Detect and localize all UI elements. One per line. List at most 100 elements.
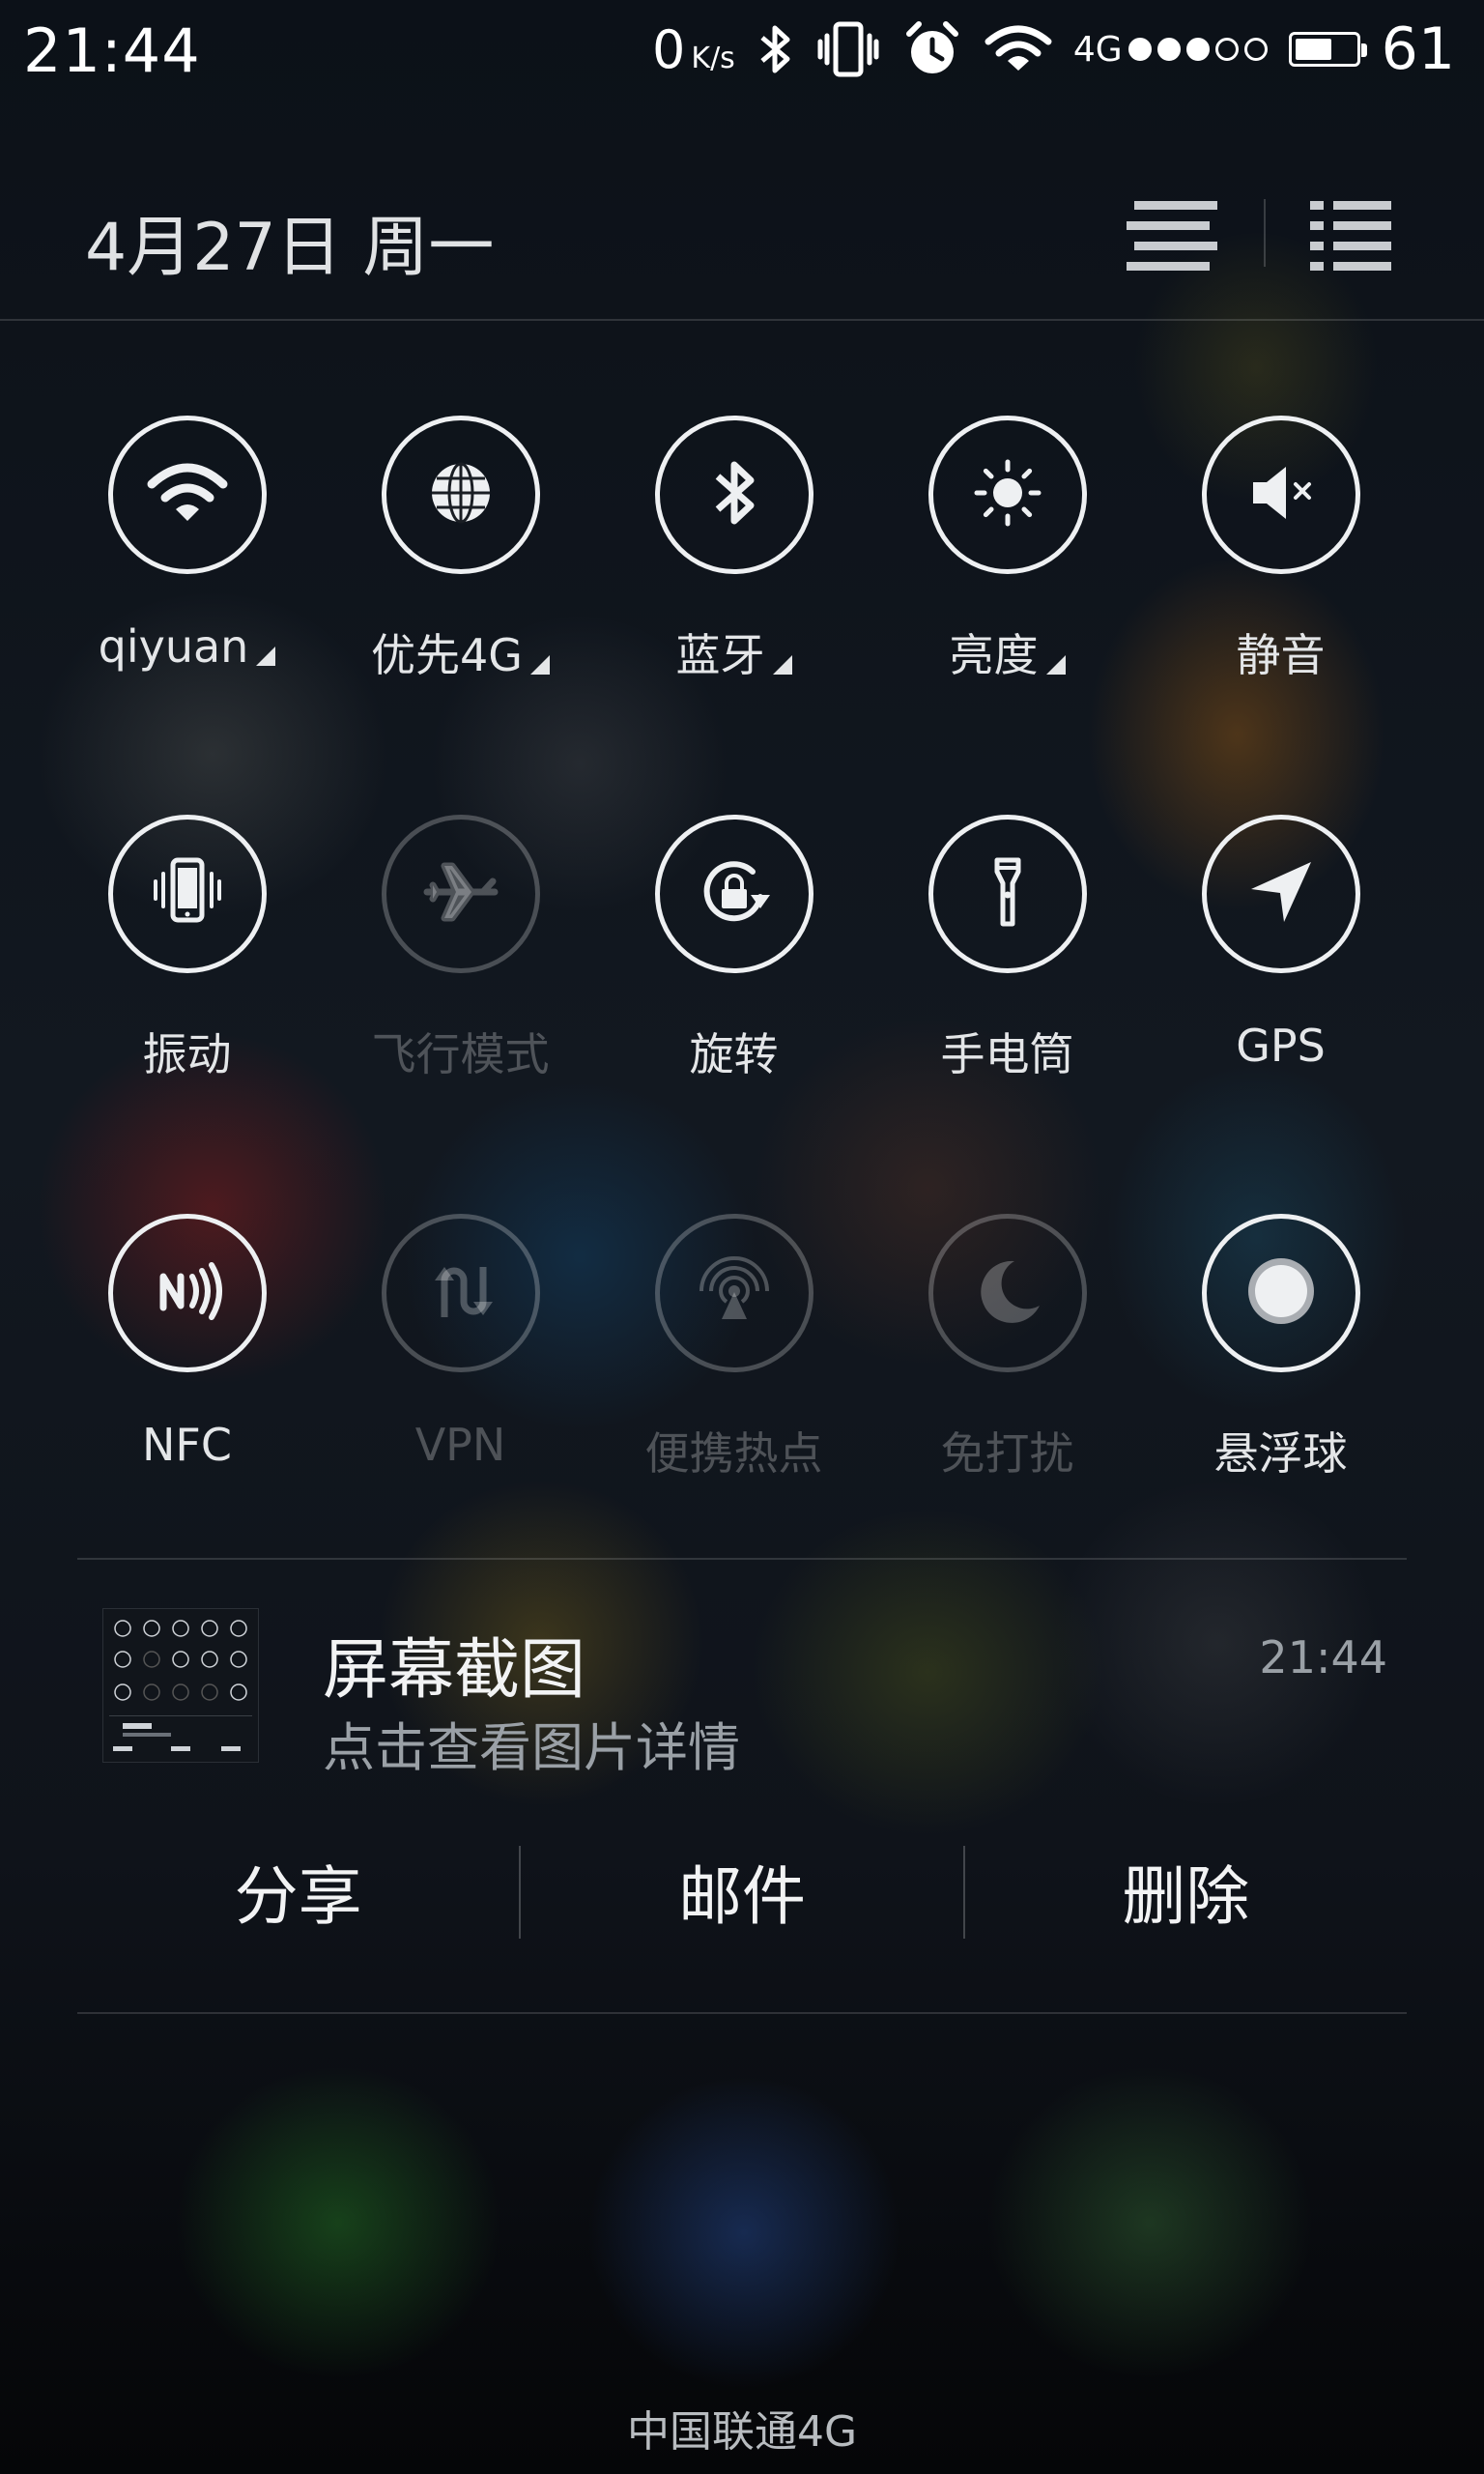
- quick-setting-tile[interactable]: 手电筒: [870, 815, 1144, 1105]
- notification-bottom-divider: [77, 2012, 1407, 2014]
- quick-setting-tile[interactable]: 亮度: [870, 416, 1144, 705]
- nfc-icon: [134, 1238, 241, 1348]
- rotation-lock-icon: [681, 839, 787, 949]
- cellular-signal: 4G: [1073, 30, 1268, 70]
- list-view-icon: [1310, 201, 1391, 271]
- quick-setting-button[interactable]: [928, 815, 1087, 973]
- quick-setting-tile[interactable]: 便携热点: [597, 1214, 870, 1504]
- network-type: 4G: [1072, 29, 1123, 70]
- list-view-button[interactable]: [1310, 195, 1403, 273]
- quick-setting-button[interactable]: [654, 1214, 813, 1372]
- notification-subtitle: 点击查看图片详情: [323, 1717, 740, 1778]
- quick-setting-button[interactable]: [107, 815, 267, 973]
- quick-setting-button[interactable]: [1201, 1214, 1360, 1372]
- signal-dot: [1156, 38, 1181, 61]
- moon-icon: [955, 1238, 1061, 1348]
- quick-setting-label-text: 振动: [142, 1028, 232, 1080]
- quick-setting-label: 悬浮球: [1144, 1419, 1417, 1482]
- quick-setting-label: 振动: [50, 1020, 324, 1083]
- quick-setting-label-text: GPS: [1236, 1020, 1326, 1072]
- quick-setting-tile[interactable]: 优先4G: [324, 416, 597, 705]
- vpn-icon: [408, 1238, 514, 1348]
- quick-setting-button[interactable]: [381, 416, 540, 574]
- expand-corner-icon: [256, 647, 276, 666]
- quick-setting-label: 免打扰: [870, 1419, 1144, 1482]
- quick-setting-label: GPS: [1144, 1020, 1417, 1072]
- quick-setting-button[interactable]: [1201, 416, 1360, 574]
- bluetooth-status-icon: [760, 25, 790, 73]
- quick-setting-tile[interactable]: 悬浮球: [1144, 1214, 1417, 1504]
- signal-dots: [1127, 38, 1268, 61]
- email-button[interactable]: 邮件: [521, 1838, 962, 1944]
- notification-list-button[interactable]: [1127, 195, 1219, 273]
- share-button[interactable]: 分享: [77, 1838, 519, 1944]
- signal-dot: [1185, 38, 1210, 61]
- delete-button[interactable]: 删除: [965, 1838, 1407, 1944]
- quick-setting-button[interactable]: [928, 1214, 1087, 1372]
- quick-setting-label-text: 悬浮球: [1213, 1427, 1348, 1480]
- expand-corner-icon: [529, 655, 550, 675]
- battery-icon: [1288, 32, 1367, 67]
- location-arrow-icon: [1228, 839, 1334, 949]
- hotspot-icon: [681, 1238, 787, 1348]
- quick-setting-button[interactable]: [654, 815, 813, 973]
- wifi-icon: [134, 440, 241, 550]
- quick-setting-label: VPN: [324, 1419, 597, 1471]
- quick-setting-label-text: 静音: [1236, 629, 1326, 681]
- signal-dot: [1243, 38, 1268, 61]
- quick-setting-tile[interactable]: 旋转: [597, 815, 870, 1105]
- quick-setting-label-text: NFC: [142, 1419, 232, 1471]
- battery-percent: 61: [1381, 15, 1455, 83]
- header-divider-line: [0, 319, 1484, 321]
- bluetooth-icon: [681, 440, 787, 550]
- quick-setting-button[interactable]: [928, 416, 1087, 574]
- screenshot-thumbnail: [102, 1608, 259, 1763]
- quick-setting-label-text: 旋转: [689, 1028, 779, 1080]
- quick-setting-tile[interactable]: 免打扰: [870, 1214, 1144, 1504]
- status-bar: 21:44 0 K/s 4G 61: [0, 0, 1484, 101]
- quick-setting-button[interactable]: [654, 416, 813, 574]
- date-label: 4月27日 周一: [85, 210, 495, 286]
- quick-setting-tile[interactable]: NFC: [50, 1214, 324, 1504]
- quick-setting-button[interactable]: [381, 1214, 540, 1372]
- quick-setting-tile[interactable]: 蓝牙: [597, 416, 870, 705]
- quick-setting-tile[interactable]: VPN: [324, 1214, 597, 1504]
- expand-corner-icon: [772, 655, 792, 675]
- quick-setting-button[interactable]: [1201, 815, 1360, 973]
- quick-setting-button[interactable]: [107, 416, 267, 574]
- mute-icon: [1228, 440, 1334, 550]
- quick-setting-label-text: 优先4G: [371, 629, 523, 681]
- signal-dot: [1214, 38, 1239, 61]
- floating-ball-icon: [1228, 1238, 1334, 1348]
- quick-setting-tile[interactable]: 静音: [1144, 416, 1417, 705]
- quick-setting-label: 亮度: [870, 620, 1144, 684]
- quick-setting-label-text: VPN: [414, 1419, 506, 1471]
- network-speed-value: 0: [652, 18, 686, 80]
- quick-setting-label: NFC: [50, 1419, 324, 1471]
- vibrate-icon: [134, 839, 241, 949]
- expand-corner-icon: [1045, 655, 1066, 675]
- quick-setting-tile[interactable]: qiyuan: [50, 416, 324, 705]
- vibrate-status-icon: [817, 21, 879, 77]
- quick-setting-label-text: 飞行模式: [371, 1028, 550, 1080]
- wifi-status-icon: [985, 25, 1052, 71]
- quick-setting-button[interactable]: [381, 815, 540, 973]
- quick-setting-button[interactable]: [107, 1214, 267, 1372]
- status-time: 21:44: [23, 15, 201, 86]
- airplane-icon: [408, 839, 514, 949]
- quick-setting-tile[interactable]: 飞行模式: [324, 815, 597, 1105]
- quick-setting-tile[interactable]: 振动: [50, 815, 324, 1105]
- quick-setting-label-text: 免打扰: [940, 1427, 1074, 1480]
- header-divider: [1264, 199, 1266, 267]
- notification-list-icon: [1127, 201, 1217, 271]
- quick-setting-label: 飞行模式: [324, 1020, 597, 1083]
- header: 4月27日 周一: [0, 145, 1484, 319]
- brightness-icon: [955, 440, 1061, 550]
- quick-setting-tile[interactable]: GPS: [1144, 815, 1417, 1105]
- quick-setting-label: 优先4G: [324, 620, 597, 684]
- notification-actions: 分享 邮件 删除: [77, 1838, 1407, 1944]
- notification-title: 屏幕截图: [323, 1632, 586, 1709]
- screenshot-notification[interactable]: 屏幕截图 点击查看图片详情 21:44 分享 邮件 删除: [77, 1558, 1407, 2012]
- carrier-label: 中国联通4G: [626, 2407, 858, 2457]
- globe-icon: [408, 440, 514, 550]
